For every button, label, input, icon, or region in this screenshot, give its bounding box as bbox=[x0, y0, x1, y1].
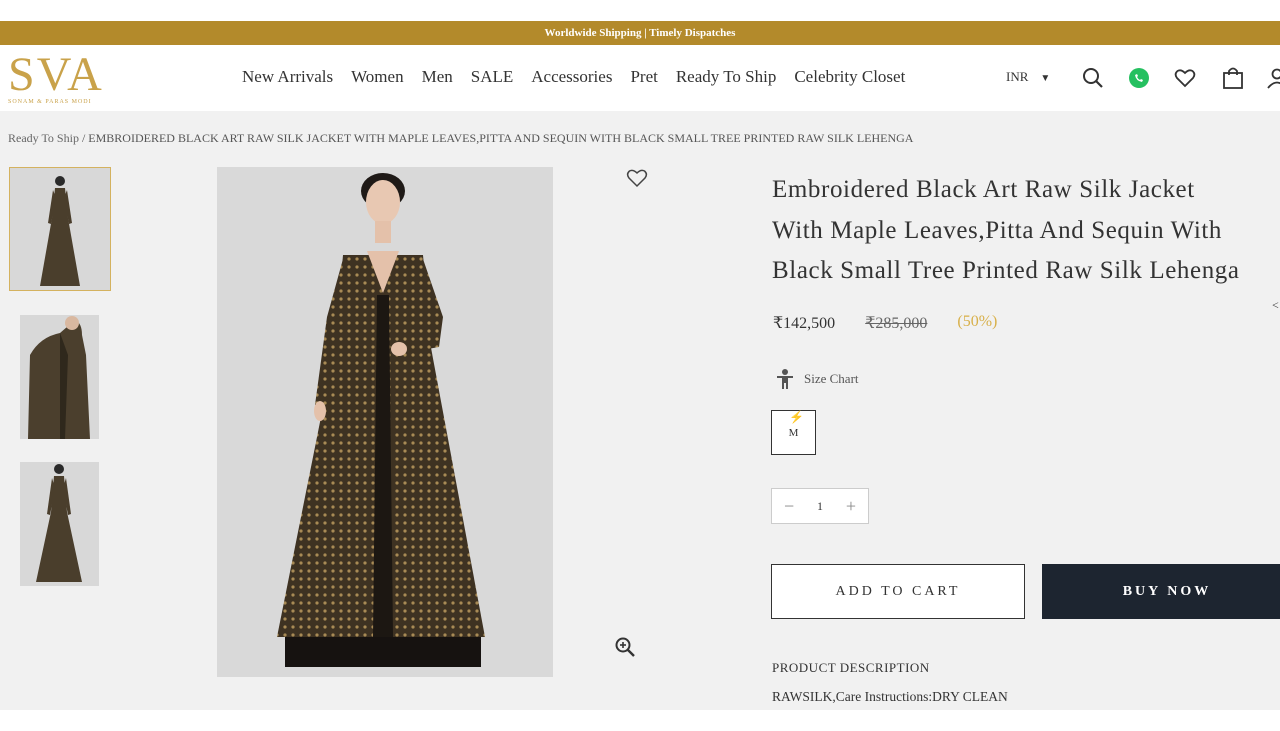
search-icon[interactable] bbox=[1080, 65, 1106, 91]
add-to-cart-button[interactable]: ADD TO CART bbox=[771, 564, 1025, 619]
nav-celebrity-closet[interactable]: Celebrity Closet bbox=[794, 67, 905, 87]
decrease-quantity-button[interactable]: − bbox=[784, 496, 794, 517]
nav-women[interactable]: Women bbox=[351, 67, 403, 87]
logo-subtitle: SONAM & PARAS MODI bbox=[8, 99, 92, 105]
product-title-line: Black Small Tree Printed Raw Silk Leheng… bbox=[772, 257, 1240, 284]
thumbnail-image bbox=[20, 462, 99, 586]
product-description-text: RAWSILK,Care Instructions:DRY CLEAN bbox=[772, 689, 1008, 704]
user-icon[interactable] bbox=[1264, 65, 1280, 91]
heart-icon[interactable] bbox=[1172, 65, 1198, 91]
price-block: ₹142,500 ₹285,000 (50%) bbox=[773, 313, 997, 333]
nav-new-arrivals[interactable]: New Arrivals bbox=[242, 67, 333, 87]
product-thumbnail-3[interactable] bbox=[20, 462, 99, 586]
thumbnail-image bbox=[20, 168, 100, 290]
product-main-image[interactable] bbox=[217, 167, 553, 677]
nav-men[interactable]: Men bbox=[422, 67, 453, 87]
currency-selector[interactable]: INR ▼ bbox=[1006, 69, 1050, 85]
nav-pret[interactable]: Pret bbox=[630, 67, 657, 87]
main-nav: New Arrivals Women Men SALE Accessories … bbox=[242, 67, 923, 87]
size-chart-label: Size Chart bbox=[804, 371, 859, 386]
original-price: ₹285,000 bbox=[865, 315, 928, 332]
product-thumbnail-2[interactable] bbox=[20, 315, 99, 439]
increase-quantity-button[interactable]: + bbox=[846, 496, 856, 517]
caret-down-icon: ▼ bbox=[1040, 73, 1051, 84]
shopping-bag-icon[interactable] bbox=[1220, 65, 1246, 91]
announcement-text: Worldwide Shipping | Timely Dispatches bbox=[544, 27, 736, 39]
wishlist-heart-icon[interactable] bbox=[626, 168, 648, 193]
site-header: SVA SONAM & PARAS MODI New Arrivals Wome… bbox=[0, 45, 1280, 111]
size-option-m[interactable]: ⚡ M bbox=[771, 410, 816, 455]
share-icon[interactable]: < bbox=[1272, 298, 1279, 313]
nav-accessories[interactable]: Accessories bbox=[531, 67, 612, 87]
quantity-stepper: − 1 + bbox=[771, 488, 869, 524]
breadcrumb-separator: / bbox=[78, 131, 89, 145]
size-label: M bbox=[788, 427, 799, 439]
size-chart-icon bbox=[777, 369, 793, 389]
buy-now-button[interactable]: BUY NOW bbox=[1042, 564, 1280, 619]
quantity-value[interactable]: 1 bbox=[817, 499, 823, 514]
breadcrumb: Ready To Ship / EMBROIDERED BLACK ART RA… bbox=[8, 131, 913, 146]
product-thumbnail-1[interactable] bbox=[9, 167, 111, 291]
zoom-in-icon[interactable] bbox=[614, 636, 636, 663]
size-chart-link[interactable]: Size Chart bbox=[774, 368, 859, 390]
nav-sale[interactable]: SALE bbox=[471, 67, 514, 87]
thumbnail-image bbox=[20, 315, 99, 439]
whatsapp-icon[interactable] bbox=[1126, 65, 1152, 91]
sale-price: ₹142,500 bbox=[773, 315, 836, 332]
currency-value: INR bbox=[1006, 69, 1029, 84]
breadcrumb-current: EMBROIDERED BLACK ART RAW SILK JACKET WI… bbox=[88, 131, 914, 145]
product-title-line: With Maple Leaves,Pitta And Sequin With bbox=[772, 216, 1223, 244]
product-title: Embroidered Black Art Raw Silk Jacket Wi… bbox=[772, 170, 1280, 292]
product-title-line: Embroidered Black Art Raw Silk Jacket bbox=[772, 176, 1195, 203]
brand-logo[interactable]: SVA SONAM & PARAS MODI bbox=[8, 51, 128, 107]
product-description-heading: PRODUCT DESCRIPTION bbox=[772, 660, 930, 675]
announcement-bar: Worldwide Shipping | Timely Dispatches bbox=[0, 21, 1280, 45]
nav-ready-to-ship[interactable]: Ready To Ship bbox=[676, 67, 777, 87]
lightning-icon: ⚡ bbox=[789, 410, 804, 424]
discount-badge: (50%) bbox=[957, 313, 998, 330]
logo-text: SVA bbox=[8, 48, 104, 101]
breadcrumb-ready-to-ship[interactable]: Ready To Ship bbox=[8, 131, 79, 145]
